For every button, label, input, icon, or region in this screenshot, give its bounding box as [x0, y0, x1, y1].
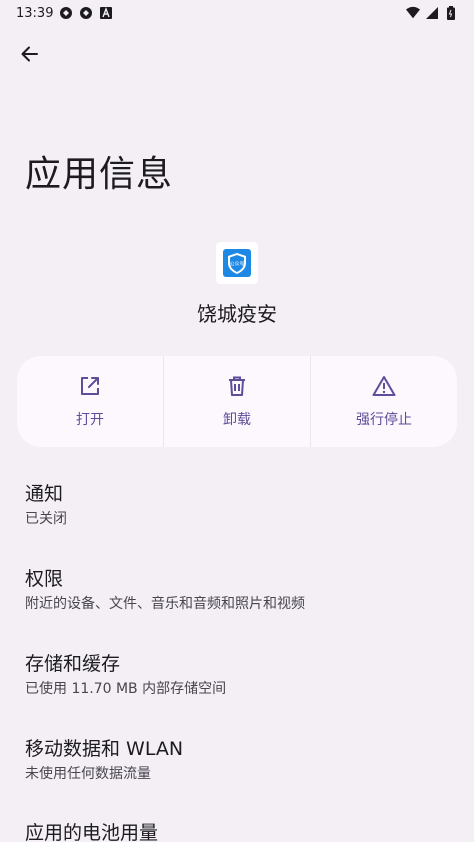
- app-icon-text: 公众号: [229, 262, 244, 268]
- app-icon: 公众号: [216, 242, 258, 284]
- setting-title: 权限: [25, 568, 64, 590]
- page-title: 应用信息: [25, 154, 174, 195]
- uninstall-button[interactable]: 卸载: [163, 356, 310, 447]
- signal-icon: [425, 6, 439, 20]
- warning-icon: [372, 375, 396, 401]
- battery-icon: [444, 6, 458, 20]
- mobile-data-setting[interactable]: 移动数据和 WLAN 未使用任何数据流量: [25, 737, 445, 784]
- shield-app-icon: 公众号: [223, 249, 251, 277]
- status-left: 13:39: [16, 6, 113, 21]
- battery-usage-setting[interactable]: 应用的电池用量: [25, 821, 445, 842]
- arrow-left-icon: [20, 44, 40, 68]
- open-label: 打开: [76, 411, 104, 428]
- setting-subtitle: 未使用任何数据流量: [25, 766, 151, 782]
- wifi-icon: [406, 6, 420, 20]
- permissions-setting[interactable]: 权限 附近的设备、文件、音乐和音频和照片和视频: [25, 567, 445, 614]
- force-stop-button[interactable]: 强行停止: [310, 356, 457, 447]
- status-right: [406, 6, 458, 20]
- app-name: 饶城疫安: [197, 302, 277, 326]
- setting-title: 通知: [25, 483, 64, 505]
- status-time: 13:39: [16, 5, 54, 21]
- setting-title: 移动数据和 WLAN: [25, 738, 184, 760]
- trash-icon: [226, 375, 248, 401]
- open-button[interactable]: 打开: [17, 356, 163, 447]
- setting-subtitle: 已使用 11.70 MB 内部存储空间: [25, 681, 227, 697]
- setting-title: 存储和缓存: [25, 653, 121, 675]
- back-button[interactable]: [14, 40, 46, 72]
- notifications-setting[interactable]: 通知 已关闭: [25, 482, 445, 529]
- open-external-icon: [79, 375, 101, 401]
- force-stop-label: 强行停止: [356, 411, 412, 428]
- uninstall-label: 卸载: [223, 411, 251, 428]
- setting-subtitle: 已关闭: [25, 511, 67, 527]
- action-card: 打开 卸载 强行停止: [17, 356, 457, 447]
- status-bar: 13:39: [0, 0, 474, 26]
- storage-setting[interactable]: 存储和缓存 已使用 11.70 MB 内部存储空间: [25, 652, 445, 699]
- sync-icon: [79, 6, 93, 20]
- setting-title: 应用的电池用量: [25, 822, 159, 842]
- sync-icon: [59, 6, 73, 20]
- text-a-icon: [99, 6, 113, 20]
- setting-subtitle: 附近的设备、文件、音乐和音频和照片和视频: [25, 596, 305, 612]
